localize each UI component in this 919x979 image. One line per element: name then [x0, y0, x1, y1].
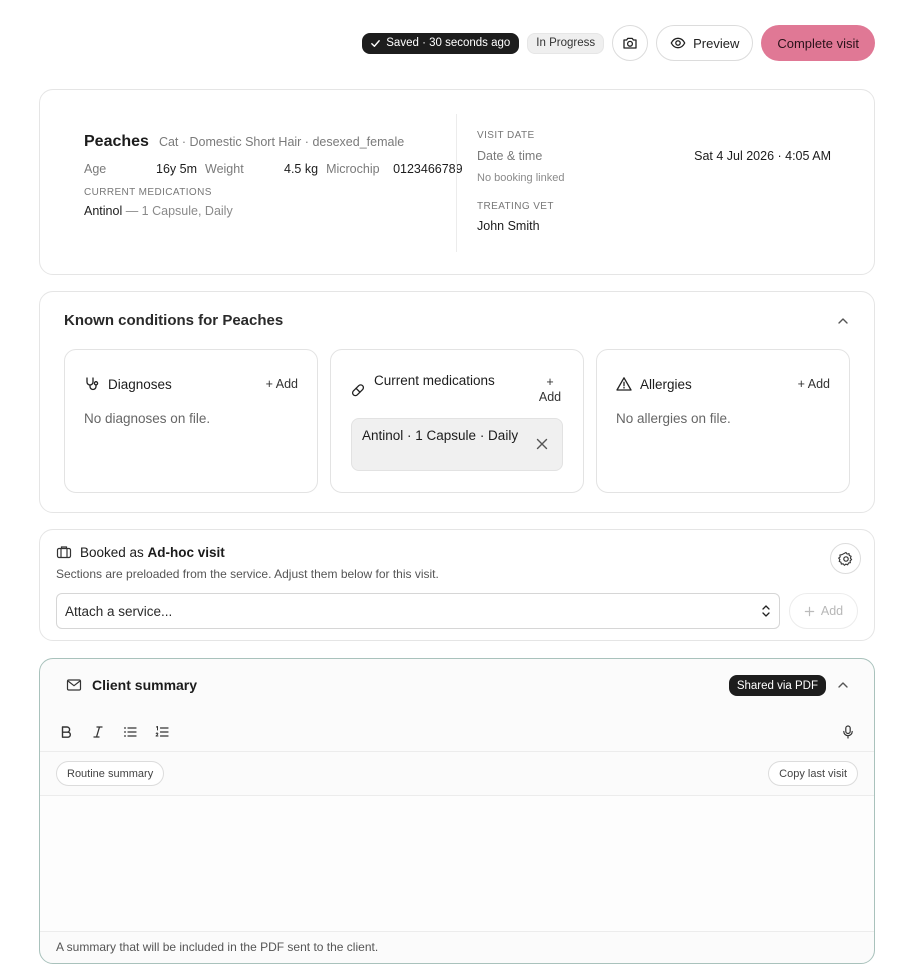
summary-templates: Routine summary Copy last visit — [56, 761, 858, 786]
medication-dose: — 1 Capsule, Daily — [122, 204, 233, 218]
treating-vet-name: John Smith — [477, 219, 540, 233]
numbered-list-icon[interactable] — [152, 722, 172, 742]
add-service-label: Add — [820, 604, 844, 618]
medications-panel: Current medications + Add Antinol · 1 Ca… — [330, 349, 584, 493]
italic-icon[interactable] — [88, 722, 108, 742]
camera-button[interactable] — [612, 25, 649, 61]
allergies-empty-text: No allergies on file. — [616, 411, 731, 426]
shared-via-pdf-badge: Shared via PDF — [728, 675, 826, 696]
patient-meta: Cat · Domestic Short Hair · desexed_fema… — [158, 135, 405, 149]
medication-chip: Antinol · 1 Capsule · Daily — [351, 418, 563, 471]
camera-icon — [622, 35, 638, 51]
known-conditions-card: Known conditions for Peaches Diagnoses +… — [39, 291, 875, 513]
patient-name: Peaches — [84, 133, 149, 150]
client-summary-card: Client summary Shared via PDF Routine su… — [39, 658, 875, 964]
diagnoses-label: Diagnoses — [108, 376, 172, 392]
medications-label: Current medications — [374, 373, 495, 388]
check-icon — [370, 38, 381, 49]
add-diagnosis-button[interactable]: + Add — [266, 377, 298, 391]
age-value: 16y 5m — [156, 162, 197, 176]
weight-label: Weight — [205, 162, 244, 176]
eye-icon — [670, 35, 686, 51]
visit-date-label: VISIT DATE — [477, 130, 535, 141]
add-service-button[interactable]: Add — [789, 593, 858, 629]
routine-summary-chip[interactable]: Routine summary — [56, 761, 165, 786]
bullet-list-icon[interactable] — [120, 722, 140, 742]
divider — [40, 751, 874, 752]
medication-name: Antinol — [84, 204, 123, 218]
chevron-up-icon[interactable] — [836, 314, 850, 328]
allergies-panel: Allergies + Add No allergies on file. — [596, 349, 850, 493]
visit-details: VISIT DATE Date & time Sat 4 Jul 2026 · … — [477, 130, 831, 233]
diagnoses-panel: Diagnoses + Add No diagnoses on file. — [64, 349, 318, 493]
visit-toolbar: Saved · 30 seconds ago In Progress Previ… — [362, 25, 875, 61]
add-medication-button[interactable]: + Add — [536, 375, 564, 405]
add-allergy-button[interactable]: + Add — [798, 377, 830, 391]
booking-type: Ad-hoc visit — [147, 544, 225, 560]
service-select-value: Attach a service... — [65, 603, 173, 619]
preview-label: Preview — [693, 35, 740, 51]
age-label: Age — [84, 162, 107, 176]
warning-icon — [616, 376, 632, 392]
mail-icon — [66, 677, 82, 693]
current-medications-label: CURRENT MEDICATIONS — [84, 187, 212, 198]
complete-visit-button[interactable]: Complete visit — [761, 25, 875, 61]
bold-icon[interactable] — [56, 722, 76, 742]
client-summary-title: Client summary — [92, 677, 198, 693]
weight-value: 4.5 kg — [284, 162, 319, 176]
divider — [40, 931, 874, 932]
preview-button[interactable]: Preview — [656, 25, 754, 61]
close-icon[interactable] — [536, 438, 548, 450]
client-summary-editor[interactable] — [40, 796, 874, 931]
stethoscope-icon — [84, 376, 100, 392]
chevron-up-icon[interactable] — [836, 678, 850, 692]
plus-icon — [804, 606, 815, 617]
visit-status-badge: In Progress — [527, 32, 605, 54]
known-conditions-title: Known conditions for Peaches — [64, 312, 284, 329]
microchip-label: Microchip — [326, 162, 380, 176]
datetime-value: Sat 4 Jul 2026 · 4:05 AM — [694, 149, 831, 163]
microphone-icon[interactable] — [838, 722, 858, 742]
rich-text-toolbar — [56, 721, 858, 743]
treating-vet-label: TREATING VET — [477, 201, 554, 212]
gear-icon — [837, 551, 854, 567]
patient-summary-card: Peaches Cat · Domestic Short Hair · dese… — [39, 89, 875, 275]
booking-note: No booking linked — [477, 172, 565, 184]
briefcase-icon — [56, 544, 72, 560]
saved-status-badge: Saved · 30 seconds ago — [362, 32, 520, 54]
medication-chip-text: Antinol · 1 Capsule · Daily — [362, 428, 519, 443]
service-settings-button[interactable] — [830, 543, 861, 574]
saved-status-text: Saved · 30 seconds ago — [386, 37, 511, 49]
current-medication-line: Antinol — 1 Capsule, Daily — [84, 204, 233, 218]
pill-icon — [350, 382, 366, 398]
booking-card: Booked as Ad-hoc visit Sections are prel… — [39, 529, 875, 641]
booking-type-line: Booked as Ad-hoc visit — [80, 545, 225, 560]
divider — [456, 114, 457, 252]
allergies-label: Allergies — [640, 376, 692, 392]
chevron-updown-icon — [761, 604, 771, 618]
diagnoses-empty-text: No diagnoses on file. — [84, 411, 211, 426]
booking-note: Sections are preloaded from the service.… — [56, 567, 439, 581]
booking-prefix: Booked as — [80, 544, 148, 560]
service-select[interactable]: Attach a service... — [56, 593, 780, 629]
patient-stats: Age 16y 5m Weight 4.5 kg Microchip 01234… — [84, 162, 463, 176]
copy-last-visit-chip[interactable]: Copy last visit — [768, 761, 858, 786]
datetime-label: Date & time — [477, 149, 543, 163]
microchip-value: 0123466789 — [393, 162, 463, 176]
client-summary-hint: A summary that will be included in the P… — [56, 940, 379, 954]
